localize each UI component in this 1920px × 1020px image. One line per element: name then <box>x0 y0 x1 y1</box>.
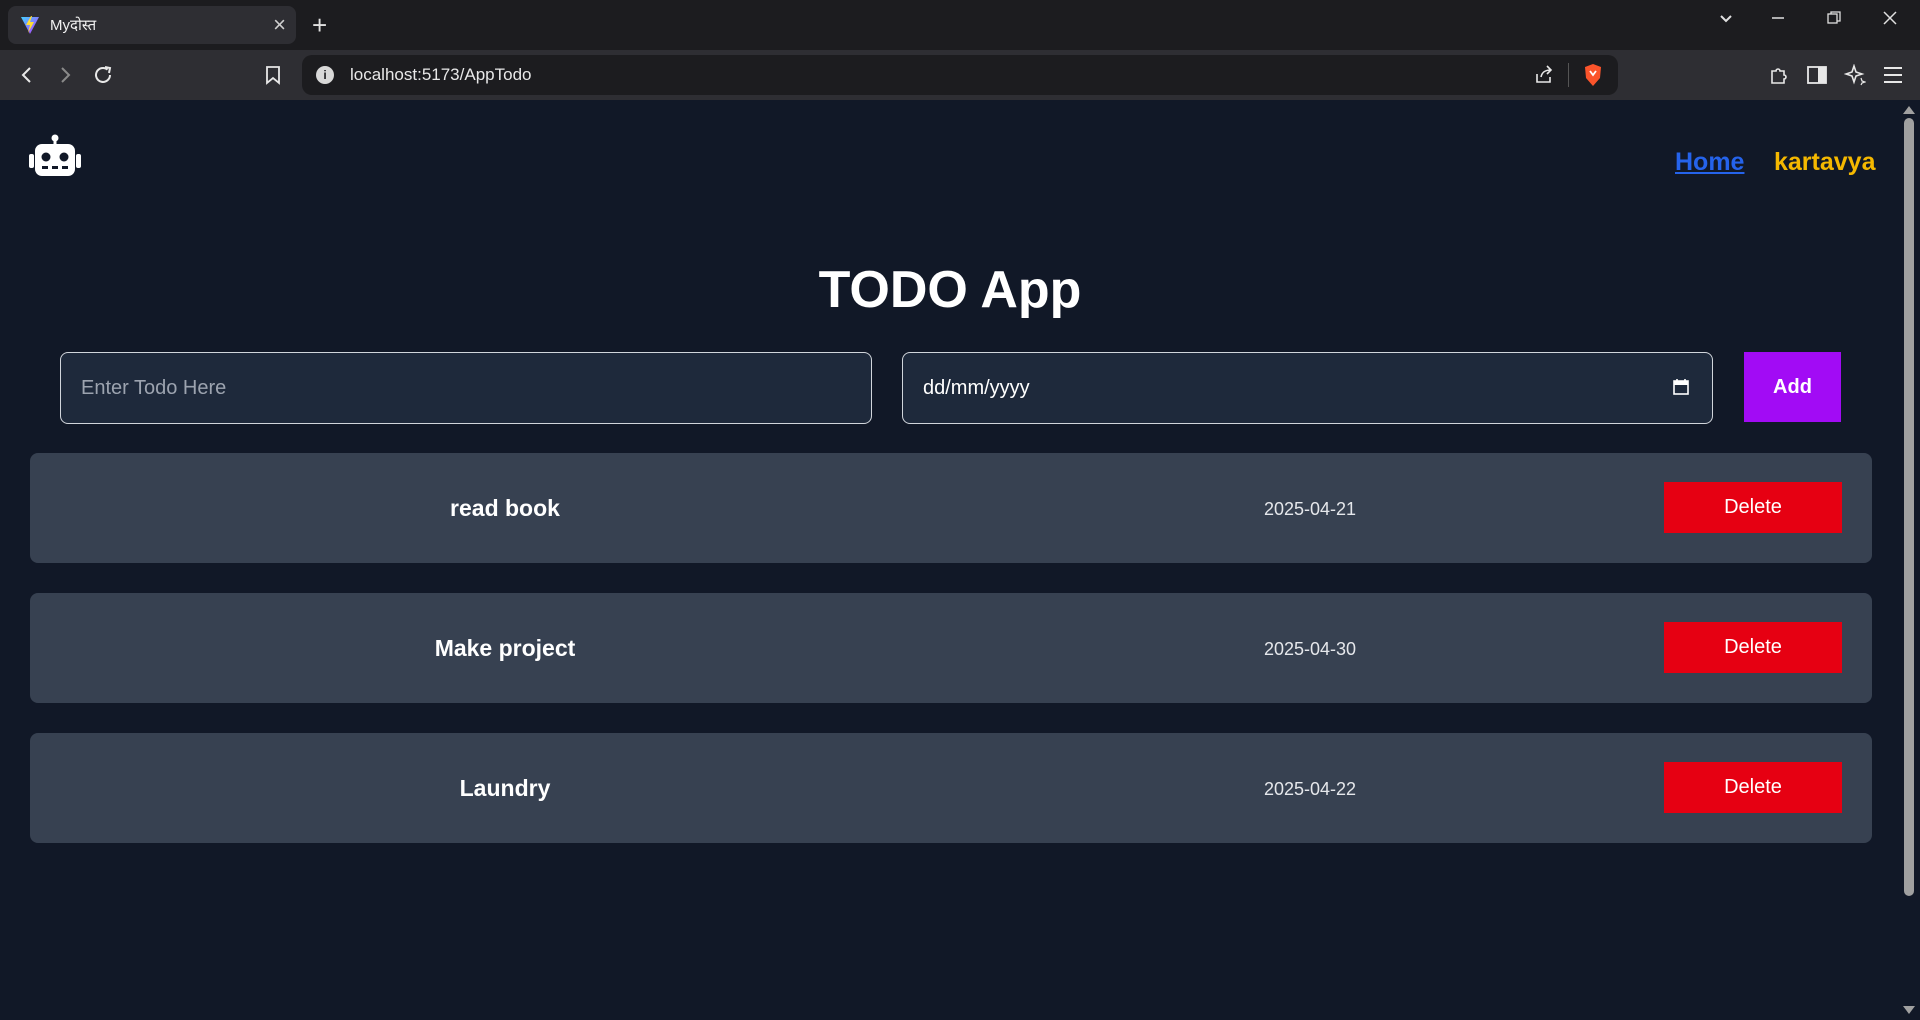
browser-tab[interactable]: Myदोस्त × <box>8 6 296 44</box>
url-text: localhost:5173/AppTodo <box>350 65 532 84</box>
todo-name: Laundry <box>459 775 551 801</box>
robot-logo-icon <box>29 134 81 176</box>
date-input[interactable]: dd/mm/yyyy <box>902 352 1713 424</box>
close-tab-icon[interactable]: × <box>273 14 286 36</box>
todo-date: 2025-04-30 <box>1263 639 1357 659</box>
minimize-icon[interactable] <box>1770 10 1786 31</box>
page-title: TODO App <box>818 261 1082 319</box>
tab-strip: Myदोस्त × + <box>0 0 1920 50</box>
menu-icon[interactable] <box>1880 62 1906 88</box>
leo-ai-icon[interactable] <box>1842 62 1868 88</box>
bookmark-icon[interactable] <box>260 62 286 88</box>
delete-button[interactable]: Delete <box>1664 762 1842 813</box>
browser-toolbar: i localhost:5173/AppTodo <box>0 50 1920 100</box>
date-input-value: dd/mm/yyyy <box>923 377 1030 399</box>
todo-date: 2025-04-22 <box>1263 779 1357 799</box>
todo-input-placeholder: Enter Todo Here <box>81 377 227 399</box>
todo-name: read book <box>450 495 560 521</box>
divider <box>1568 63 1569 87</box>
back-icon[interactable] <box>14 62 40 88</box>
delete-button[interactable]: Delete <box>1664 622 1842 673</box>
app-page: Home kartavya TODO App Enter Todo Here d… <box>0 100 1900 1020</box>
extensions-icon[interactable] <box>1766 62 1792 88</box>
tab-title: Myदोस्त <box>50 17 97 34</box>
sidebar-icon[interactable] <box>1804 62 1830 88</box>
address-bar[interactable]: i localhost:5173/AppTodo <box>302 55 1618 95</box>
todo-input[interactable]: Enter Todo Here <box>60 352 872 424</box>
scroll-down-icon[interactable] <box>1903 1006 1915 1014</box>
site-info-icon[interactable]: i <box>316 66 334 84</box>
close-window-icon[interactable] <box>1882 10 1898 31</box>
nav-home-link[interactable]: Home <box>1675 148 1744 177</box>
nav-user-link[interactable]: kartavya <box>1774 148 1875 177</box>
todo-row: read book 2025-04-21 Delete <box>30 453 1872 563</box>
reload-icon[interactable] <box>90 62 116 88</box>
tab-search-icon[interactable] <box>1718 10 1734 31</box>
new-tab-icon[interactable]: + <box>312 12 327 38</box>
forward-icon[interactable] <box>52 62 78 88</box>
todo-name: Make project <box>434 635 576 661</box>
scroll-up-icon[interactable] <box>1903 106 1915 114</box>
todo-row: Make project 2025-04-30 Delete <box>30 593 1872 703</box>
scrollbar-thumb[interactable] <box>1904 118 1914 896</box>
vite-logo-icon <box>21 16 39 34</box>
todo-date: 2025-04-21 <box>1263 499 1357 519</box>
calendar-icon[interactable] <box>1672 378 1690 396</box>
restore-icon[interactable] <box>1826 10 1842 31</box>
add-button[interactable]: Add <box>1744 352 1841 422</box>
share-icon[interactable] <box>1534 65 1554 90</box>
todo-row: Laundry 2025-04-22 Delete <box>30 733 1872 843</box>
brave-shields-icon[interactable] <box>1582 63 1604 92</box>
delete-button[interactable]: Delete <box>1664 482 1842 533</box>
